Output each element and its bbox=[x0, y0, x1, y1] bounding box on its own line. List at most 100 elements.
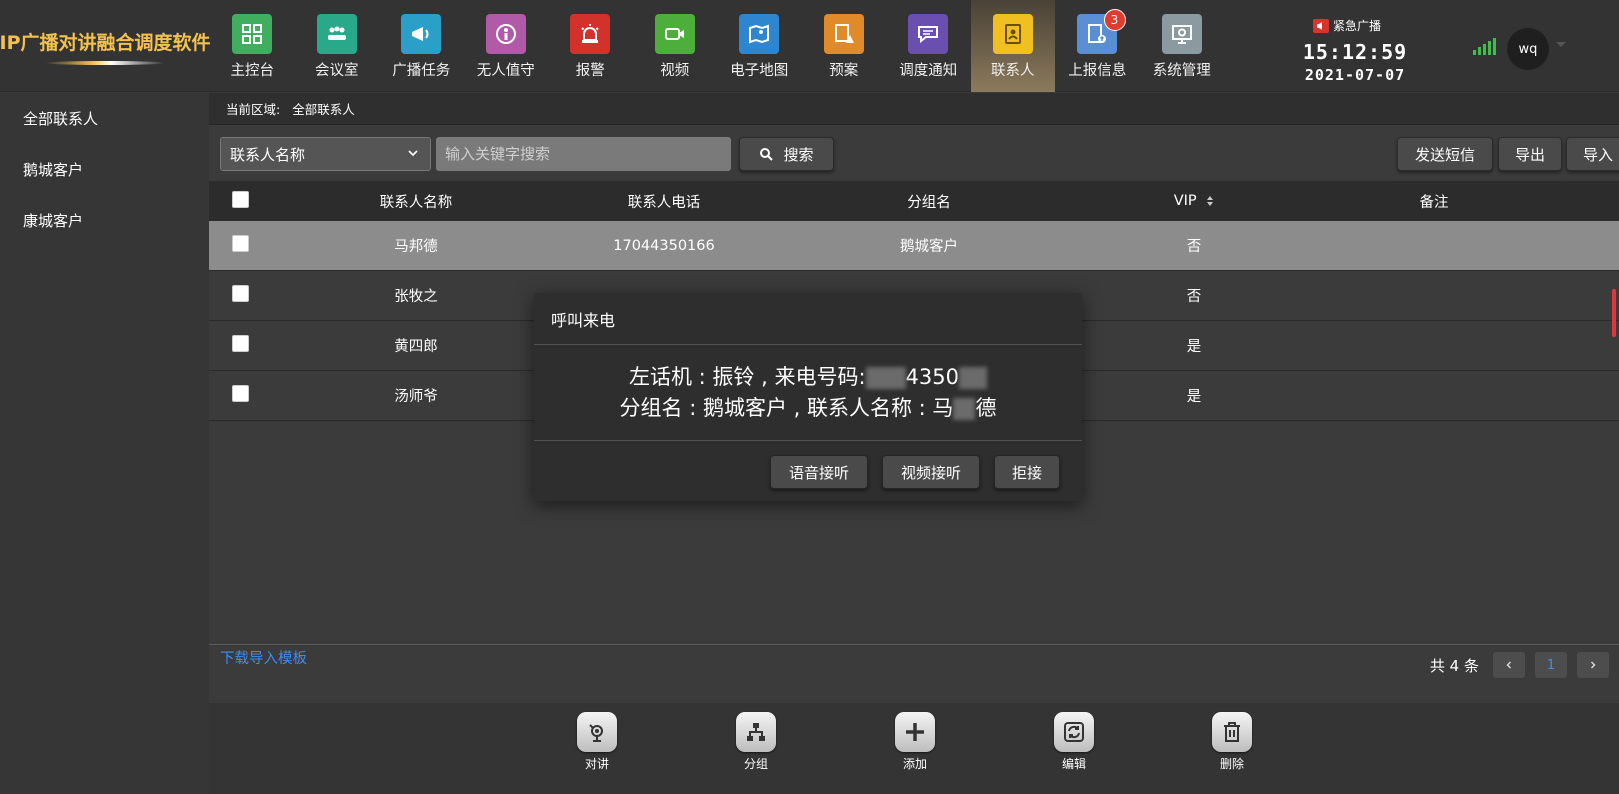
column-header-vip-label: VIP bbox=[1173, 193, 1197, 209]
speaker-icon bbox=[1313, 18, 1329, 33]
cell-name: 马邦德 bbox=[394, 239, 438, 255]
chevron-down-icon[interactable] bbox=[1556, 42, 1566, 47]
cell-name: 黄四郎 bbox=[394, 339, 438, 355]
call-info-line: 左话机 : 振铃 , 来电号码: 4350 bbox=[629, 362, 987, 393]
column-header-vip[interactable]: VIP bbox=[1114, 193, 1274, 209]
redacted-number bbox=[865, 366, 906, 389]
voice-answer-button[interactable]: 语音接听 bbox=[770, 455, 868, 489]
sidebar-item-kangcheng-customers[interactable]: 康城客户 bbox=[0, 195, 209, 246]
table-row[interactable]: 马邦德 17044350166 鹅城客户 否 bbox=[209, 221, 1619, 271]
cell-name: 汤师爷 bbox=[394, 389, 438, 405]
send-sms-button[interactable]: 发送短信 bbox=[1397, 137, 1493, 171]
tool-label: 编辑 bbox=[1061, 757, 1086, 771]
dialog-body: 左话机 : 振铃 , 来电号码: 4350 分组名 : 鹅城客户 , 联系人名称 … bbox=[534, 345, 1082, 441]
signal-icon bbox=[1473, 37, 1496, 55]
breadcrumb-prefix: 当前区域: bbox=[226, 102, 281, 117]
column-header-name[interactable]: 联系人名称 bbox=[346, 191, 486, 212]
search-icon bbox=[760, 148, 774, 161]
table-header: 联系人名称 联系人电话 分组名 VIP 备注 bbox=[209, 181, 1619, 221]
add-tool-button[interactable]: 添加 bbox=[885, 712, 945, 772]
dialog-footer: 语音接听 视频接听 拒接 bbox=[534, 441, 1082, 501]
alarm-icon bbox=[570, 14, 611, 54]
row-checkbox[interactable] bbox=[231, 385, 249, 406]
tool-label: 对讲 bbox=[584, 757, 609, 771]
filter-field-select[interactable]: 联系人名称 bbox=[220, 137, 431, 171]
export-button[interactable]: 导出 bbox=[1498, 137, 1562, 171]
call-info-prefix: 左话机 : 振铃 , 来电号码: bbox=[629, 364, 866, 389]
nav-label: 联系人 bbox=[991, 63, 1035, 79]
chevron-right-icon bbox=[1591, 661, 1596, 669]
column-header-phone[interactable]: 联系人电话 bbox=[594, 191, 734, 212]
sort-icon[interactable] bbox=[1206, 195, 1214, 207]
toolbar: 联系人名称 搜索 发送短信 导出 导入 bbox=[220, 137, 1619, 171]
user-avatar[interactable]: wq bbox=[1507, 28, 1549, 70]
notification-badge: 3 bbox=[1103, 9, 1126, 31]
nav-label: 系统管理 bbox=[1152, 63, 1211, 79]
contacts-icon bbox=[992, 14, 1033, 54]
row-checkbox[interactable] bbox=[231, 335, 249, 356]
unattended-icon bbox=[485, 14, 526, 54]
sidebar-item-all-contacts[interactable]: 全部联系人 bbox=[0, 93, 209, 144]
nav-item-alarm[interactable]: 报警 bbox=[548, 0, 633, 92]
delete-tool-button[interactable]: 删除 bbox=[1202, 712, 1262, 772]
group-tool-button[interactable]: 分组 bbox=[726, 712, 786, 772]
nav-item-settings[interactable]: 系统管理 bbox=[1140, 0, 1225, 92]
column-header-note[interactable]: 备注 bbox=[1364, 191, 1504, 212]
redacted-number bbox=[958, 366, 987, 389]
scrollbar-thumb[interactable] bbox=[1612, 289, 1616, 337]
emergency-label: 紧急广播 bbox=[1333, 19, 1382, 33]
page-number-button[interactable]: 1 bbox=[1535, 652, 1567, 678]
incoming-call-dialog: 呼叫来电 左话机 : 振铃 , 来电号码: 4350 分组名 : 鹅城客户 , 联… bbox=[534, 293, 1082, 501]
nav-item-dashboard[interactable]: 主控台 bbox=[210, 0, 295, 92]
download-template-link[interactable]: 下载导入模板 bbox=[220, 647, 307, 668]
broadcast-icon bbox=[401, 14, 442, 54]
nav-label: 报警 bbox=[575, 63, 605, 79]
app-logo-text: IP广播对讲融合调度软件 bbox=[0, 31, 211, 54]
cell-vip: 是 bbox=[1186, 389, 1202, 405]
tool-label: 添加 bbox=[902, 757, 927, 771]
next-page-button[interactable] bbox=[1577, 652, 1609, 678]
total-count: 共 4 条 bbox=[1429, 656, 1479, 675]
refresh-edit-icon bbox=[1054, 712, 1094, 752]
nav-label: 主控台 bbox=[230, 63, 275, 79]
nav-item-unattended[interactable]: 无人值守 bbox=[464, 0, 549, 92]
plus-icon bbox=[895, 712, 935, 752]
redacted-name bbox=[953, 397, 976, 420]
dashboard-icon bbox=[232, 14, 273, 54]
row-checkbox[interactable] bbox=[231, 285, 249, 306]
import-button[interactable]: 导入 bbox=[1566, 137, 1619, 171]
prev-page-button[interactable] bbox=[1493, 652, 1525, 678]
caller-info-line: 分组名 : 鹅城客户 , 联系人名称 : 马德 bbox=[620, 393, 996, 424]
nav-item-map[interactable]: 电子地图 bbox=[717, 0, 802, 92]
nav-item-plan[interactable]: 预案 bbox=[802, 0, 887, 92]
nav-item-meeting[interactable]: 会议室 bbox=[295, 0, 380, 92]
search-button[interactable]: 搜索 bbox=[739, 137, 834, 171]
settings-icon bbox=[1161, 14, 1202, 54]
nav-item-video[interactable]: 视频 bbox=[633, 0, 718, 92]
nav-item-broadcast[interactable]: 广播任务 bbox=[379, 0, 464, 92]
chevron-left-icon bbox=[1506, 661, 1511, 669]
select-all-checkbox[interactable] bbox=[231, 190, 249, 212]
search-input[interactable] bbox=[436, 137, 731, 171]
breadcrumb: 当前区域: 全部联系人 bbox=[209, 93, 1619, 125]
row-checkbox[interactable] bbox=[231, 235, 249, 256]
meeting-icon bbox=[316, 14, 357, 54]
nav-label: 预案 bbox=[829, 63, 859, 79]
tool-label: 分组 bbox=[743, 757, 768, 771]
trash-icon bbox=[1212, 712, 1252, 752]
nav-item-contacts[interactable]: 联系人 bbox=[970, 0, 1055, 92]
sidebar-item-echeng-customers[interactable]: 鹅城客户 bbox=[0, 144, 209, 195]
tool-label: 删除 bbox=[1219, 757, 1244, 771]
video-answer-button[interactable]: 视频接听 bbox=[882, 455, 980, 489]
column-header-group[interactable]: 分组名 bbox=[859, 191, 999, 212]
nav-label: 调度通知 bbox=[899, 63, 958, 79]
reject-call-button[interactable]: 拒接 bbox=[994, 455, 1060, 489]
edit-tool-button[interactable]: 编辑 bbox=[1044, 712, 1104, 772]
nav-label: 广播任务 bbox=[392, 63, 451, 79]
nav-item-report[interactable]: 上报信息 3 bbox=[1055, 0, 1140, 92]
plan-icon bbox=[823, 14, 864, 54]
nav-item-notice[interactable]: 调度通知 bbox=[886, 0, 971, 92]
intercom-tool-button[interactable]: 对讲 bbox=[567, 712, 627, 772]
dialog-title: 呼叫来电 bbox=[534, 293, 1082, 345]
emergency-broadcast[interactable]: 紧急广播 bbox=[1313, 17, 1381, 34]
